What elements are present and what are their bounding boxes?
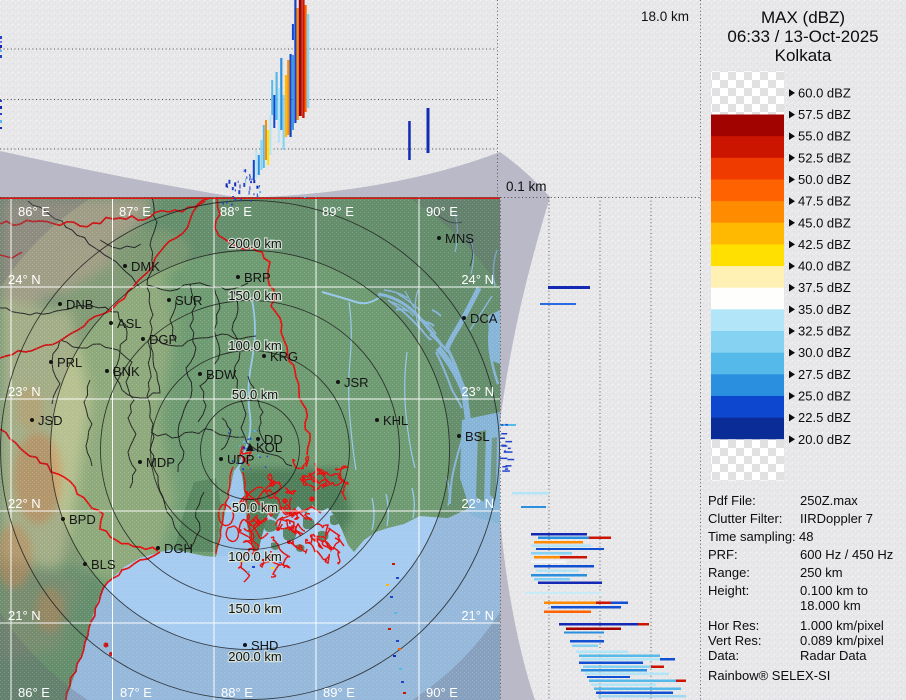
svg-text:DGH: DGH [164,541,193,556]
svg-text:BDW: BDW [206,367,237,382]
svg-text:Vert Res:: Vert Res: [708,633,761,648]
svg-text:BNK: BNK [113,364,140,379]
svg-text:88° E: 88° E [220,204,252,219]
svg-text:JSD: JSD [38,413,63,428]
svg-text:ASL: ASL [117,316,142,331]
svg-text:90° E: 90° E [426,204,458,219]
svg-text:Clutter Filter:: Clutter Filter: [708,511,782,526]
svg-text:25.0 dBZ: 25.0 dBZ [798,389,851,404]
svg-text:06:33 / 13-Oct-2025: 06:33 / 13-Oct-2025 [727,27,878,46]
svg-text:DNB: DNB [66,297,93,312]
svg-text:MDP: MDP [146,455,175,470]
svg-text:150.0 km: 150.0 km [228,601,281,616]
svg-text:UDP: UDP [227,452,254,467]
svg-text:BSL: BSL [465,429,490,444]
svg-text:40.0 dBZ: 40.0 dBZ [798,259,851,274]
svg-text:SHD: SHD [251,638,278,653]
svg-text:87° E: 87° E [119,204,151,219]
svg-text:35.0 dBZ: 35.0 dBZ [798,302,851,317]
svg-text:32.5 dBZ: 32.5 dBZ [798,324,851,339]
svg-text:MAX (dBZ): MAX (dBZ) [761,8,845,27]
svg-text:45.0 dBZ: 45.0 dBZ [798,215,851,230]
svg-text:23° N: 23° N [461,384,494,399]
svg-text:89° E: 89° E [322,204,354,219]
svg-text:IIRDoppler 7: IIRDoppler 7 [800,511,873,526]
svg-text:24° N: 24° N [8,272,41,287]
svg-text:18.0 km: 18.0 km [641,9,689,24]
svg-text:Time sampling:: Time sampling: [708,529,796,544]
svg-text:37.5 dBZ: 37.5 dBZ [798,280,851,295]
svg-text:200.0 km: 200.0 km [228,236,281,251]
svg-text:21° N: 21° N [461,608,494,623]
svg-text:55.0 dBZ: 55.0 dBZ [798,129,851,144]
svg-text:18.000 km: 18.000 km [800,598,861,613]
svg-text:0.1 km: 0.1 km [506,179,547,194]
svg-text:50.0 km: 50.0 km [232,500,278,515]
svg-text:Radar Data: Radar Data [800,648,867,663]
svg-text:50.0 dBZ: 50.0 dBZ [798,172,851,187]
svg-text:600 Hz / 450 Hz: 600 Hz / 450 Hz [800,547,893,562]
svg-text:22.5 dBZ: 22.5 dBZ [798,410,851,425]
svg-text:57.5 dBZ: 57.5 dBZ [798,107,851,122]
svg-text:86° E: 86° E [18,204,50,219]
svg-text:SUR: SUR [175,293,202,308]
svg-text:50.0 km: 50.0 km [232,387,278,402]
svg-text:86° E: 86° E [18,685,50,700]
svg-text:52.5 dBZ: 52.5 dBZ [798,150,851,165]
svg-text:Data:: Data: [708,648,739,663]
svg-text:42.5 dBZ: 42.5 dBZ [798,237,851,252]
svg-text:DCA: DCA [470,311,498,326]
svg-text:90° E: 90° E [426,685,458,700]
svg-text:PRF:: PRF: [708,547,738,562]
svg-text:87° E: 87° E [120,685,152,700]
svg-text:DMK: DMK [131,259,160,274]
svg-text:Height:: Height: [708,583,749,598]
svg-text:Rainbow® SELEX-SI: Rainbow® SELEX-SI [708,668,830,683]
svg-text:PRL: PRL [57,355,82,370]
svg-text:Pdf File:: Pdf File: [708,493,756,508]
svg-text:KRG: KRG [270,349,298,364]
svg-text:250 km: 250 km [800,565,843,580]
svg-text:24° N: 24° N [461,272,494,287]
svg-text:Kolkata: Kolkata [775,46,832,65]
svg-text:48: 48 [799,529,813,544]
svg-text:27.5 dBZ: 27.5 dBZ [798,367,851,382]
svg-text:0.089 km/pixel: 0.089 km/pixel [800,633,884,648]
svg-text:Hor Res:: Hor Res: [708,618,759,633]
svg-text:BLS: BLS [91,557,116,572]
svg-text:KHL: KHL [383,413,408,428]
svg-text:1.000 km/pixel: 1.000 km/pixel [800,618,884,633]
svg-text:88° E: 88° E [221,685,253,700]
svg-text:BPD: BPD [69,512,96,527]
svg-text:150.0 km: 150.0 km [228,288,281,303]
svg-text:20.0 dBZ: 20.0 dBZ [798,432,851,447]
svg-text:21° N: 21° N [8,608,41,623]
svg-text:47.5 dBZ: 47.5 dBZ [798,194,851,209]
svg-text:30.0 dBZ: 30.0 dBZ [798,345,851,360]
svg-text:DGP: DGP [149,332,177,347]
svg-text:22° N: 22° N [8,496,41,511]
svg-text:Range:: Range: [708,565,750,580]
svg-text:0.100 km to: 0.100 km to [800,583,868,598]
svg-text:KOL: KOL [256,440,282,455]
svg-text:89° E: 89° E [323,685,355,700]
svg-text:23° N: 23° N [8,384,41,399]
svg-text:60.0 dBZ: 60.0 dBZ [798,85,851,100]
svg-text:JSR: JSR [344,375,369,390]
svg-text:22° N: 22° N [461,496,494,511]
svg-text:250Z.max: 250Z.max [800,493,858,508]
svg-text:BRP: BRP [244,270,271,285]
svg-text:MNS: MNS [445,231,474,246]
svg-text:100.0 km: 100.0 km [228,549,281,564]
